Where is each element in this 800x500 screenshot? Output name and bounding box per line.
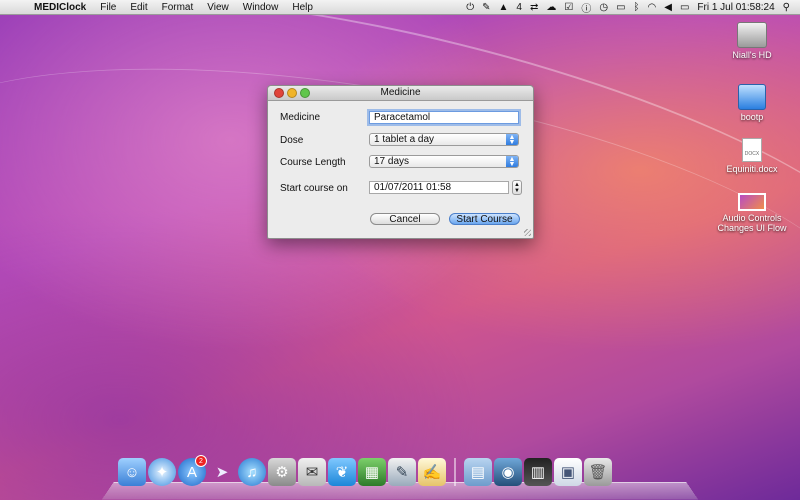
textedit-icon[interactable]: ✍ [418,458,446,486]
clock[interactable]: Fri 1 Jul 01:58:24 [697,2,774,13]
wifi-icon[interactable]: ◠ [648,2,657,13]
cancel-button[interactable]: Cancel [370,213,440,225]
course-length-select-value: 17 days [374,156,410,167]
airplay-icon[interactable]: ▭ [616,2,625,13]
dose-label: Dose [280,135,304,146]
select-arrows-icon: ▲ ▼ [506,156,518,168]
title-bar[interactable]: Medicine [268,86,533,101]
volume-icon[interactable]: ◀ [664,2,672,13]
twitter-icon[interactable]: ❦ [328,458,356,486]
itunes-icon[interactable]: ♫ [238,458,266,486]
medicine-input[interactable]: Paracetamol [369,111,519,124]
course-length-label: Course Length [280,157,346,168]
date-stepper[interactable]: ▲ ▼ [512,180,522,195]
info-icon[interactable]: ⓘ [581,0,591,15]
preview-icon[interactable]: ✎ [388,458,416,486]
applications-folder-icon[interactable]: ▤ [464,458,492,486]
dock-icons: ☺ ✦ A2 ➤ ♫ ⚙ ✉ ❦ ▦ ✎ ✍ ▤ ◉ ▥ ▣ 🗑 [118,455,612,486]
desktop-icon-label: Audio Controls Changes UI Flow [717,213,787,233]
dose-select-value: 1 tablet a day [374,134,435,145]
script-icon[interactable]: ✎ [482,2,490,13]
app-store-badge: 2 [195,455,207,467]
menu-bar: MEDIClock File Edit Format View Window H… [0,0,800,15]
medicine-label: Medicine [280,112,321,123]
downloads-stack-icon[interactable]: ◉ [494,458,522,486]
course-length-select[interactable]: 17 days ▲ ▼ [369,155,519,168]
status-area: ⏻ ✎ ▲ 4 ⇄ ☁ ☑ ⓘ ◷ ▭ ᛒ ◠ ◀ ▭ Fri 1 Jul 01… [466,0,790,15]
menu-app-name[interactable]: MEDIClock [34,2,86,13]
iphoto-icon[interactable]: ▦ [358,458,386,486]
desktop-icon-bootp[interactable]: bootp [712,84,792,122]
screenshot-icon [738,193,766,211]
desktop-icon-hd[interactable]: Niall's HD [712,22,792,60]
dose-select[interactable]: 1 tablet a day ▲ ▼ [369,133,519,146]
checkbox-icon[interactable]: ☑ [564,2,573,13]
app-store-icon[interactable]: A2 [178,455,207,486]
trash-icon[interactable]: 🗑 [584,458,612,486]
start-course-button[interactable]: Start Course [449,213,520,225]
start-date-value: 01/07/2011 01:58 [374,182,452,193]
cloud-icon[interactable]: ☁ [546,2,556,13]
resize-grip-icon[interactable] [524,229,531,236]
dock: ☺ ✦ A2 ➤ ♫ ⚙ ✉ ❦ ▦ ✎ ✍ ▤ ◉ ▥ ▣ 🗑 [102,455,698,500]
xcode-icon[interactable]: ✉ [298,458,326,486]
medicine-input-value: Paracetamol [374,112,431,123]
time-machine-icon[interactable]: ◷ [599,2,608,13]
network-count: 4 [516,1,522,13]
document-icon: DOCX [742,138,762,162]
network-activity-icon[interactable]: ▲ [499,2,509,13]
wallpaper-swoosh [0,5,800,476]
system-preferences-icon[interactable]: ⚙ [268,458,296,486]
desktop-icon-audio-controls[interactable]: Audio Controls Changes UI Flow [712,193,792,233]
desktop-icon-label: Equiniti.docx [726,164,778,174]
desktop-icon-label: Niall's HD [732,50,772,60]
select-arrows-icon: ▲ ▼ [506,134,518,146]
safari-icon[interactable]: ✦ [148,458,176,486]
power-icon[interactable]: ⏻ [466,2,474,13]
hard-drive-icon [737,22,767,48]
sync-icon[interactable]: ⇄ [530,2,538,13]
menu-file[interactable]: File [100,2,116,13]
window-title: Medicine [380,87,421,98]
menu-format[interactable]: Format [162,2,194,13]
start-date-field[interactable]: 01/07/2011 01:58 [369,181,509,194]
bluetooth-icon[interactable]: ᛒ [634,2,640,13]
start-course-label: Start course on [280,183,348,194]
screenshots-stack-icon[interactable]: ▣ [554,458,582,486]
cursor-app-icon[interactable]: ➤ [208,458,236,486]
menu-window[interactable]: Window [243,2,279,13]
desktop-icon-label: bootp [740,112,764,122]
usb-drive-icon [738,84,766,110]
dock-separator [454,458,456,486]
menu-help[interactable]: Help [292,2,313,13]
spotlight-search-icon[interactable]: ⚲ [783,2,790,13]
menu-view[interactable]: View [207,2,229,13]
medicine-window: Medicine Medicine Paracetamol Dose 1 tab… [267,85,534,239]
documents-stack-icon[interactable]: ▥ [524,458,552,486]
finder-icon[interactable]: ☺ [118,458,146,486]
battery-icon[interactable]: ▭ [680,2,689,13]
menu-edit[interactable]: Edit [130,2,147,13]
desktop-icon-equiniti[interactable]: DOCX Equiniti.docx [712,138,792,174]
